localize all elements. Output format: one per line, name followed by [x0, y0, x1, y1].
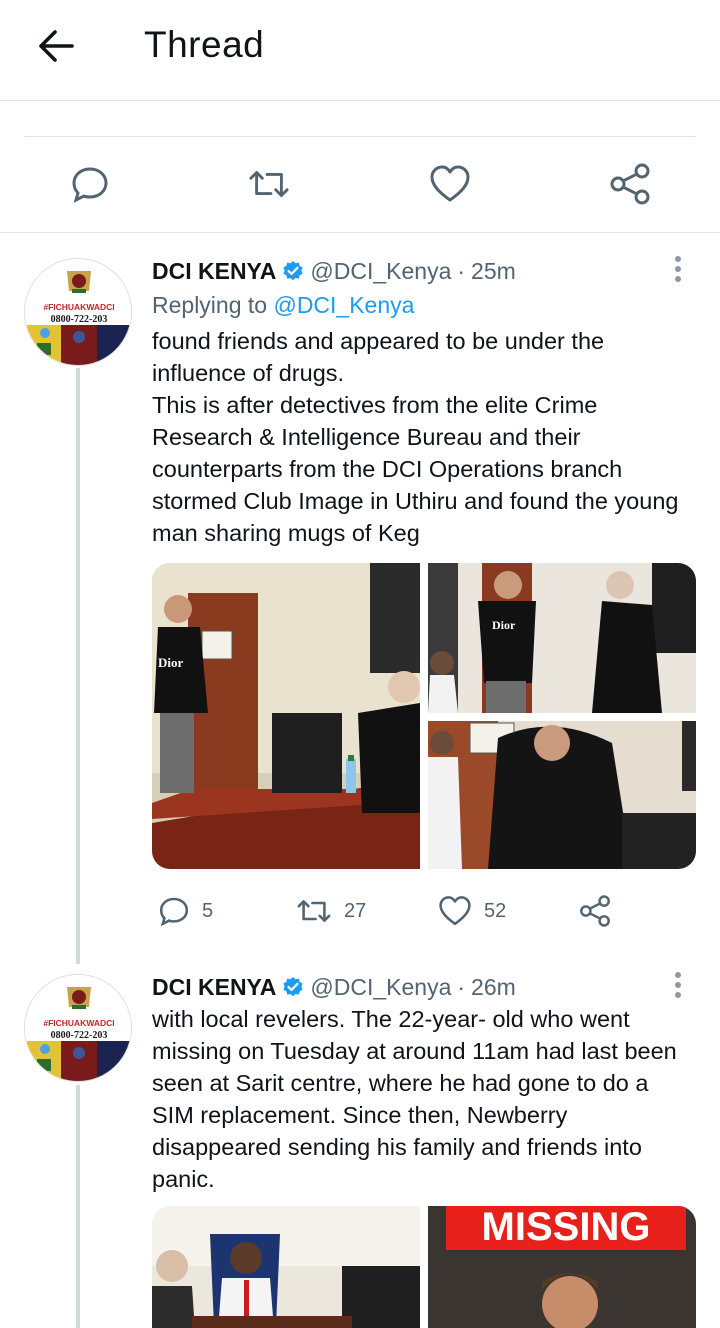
shirt-print-text: Dior [492, 618, 516, 632]
retweet-icon [249, 171, 289, 197]
avatar-phone-text: 0800-722-203 [51, 1030, 108, 1041]
retweet-count: 27 [344, 899, 367, 922]
separator-dot: · [457, 257, 466, 284]
avatar[interactable]: #FICHUAKWADCI 0800-722-203 [24, 974, 132, 1082]
share-icon [580, 895, 610, 927]
parent-tweet-action-bar [0, 136, 720, 233]
tweet-text: found friends and appeared to be under t… [152, 328, 679, 546]
reply-icon [159, 897, 189, 927]
like-button[interactable] [429, 163, 471, 205]
reply-button[interactable]: 5 [158, 889, 213, 933]
tweet[interactable]: #FICHUAKWADCI 0800-722-203 DCI KENYA @DC… [0, 971, 720, 1328]
author-handle[interactable]: @DCI_Kenya [310, 258, 451, 285]
like-icon [439, 896, 471, 926]
tweet-media-grid[interactable]: MISSING [152, 1206, 696, 1328]
tweet-text: with local revelers. The 22-year- old wh… [152, 1006, 677, 1192]
tweet-action-bar: 5 27 52 [152, 889, 672, 933]
avatar-phone-text: 0800-722-203 [51, 314, 108, 325]
tweet[interactable]: #FICHUAKWADCI 0800-722-203 DCI KENYA @DC… [0, 255, 720, 955]
share-button[interactable] [609, 163, 651, 205]
avatar-tag-text: #FICHUAKWADCI [43, 1018, 114, 1028]
divider [24, 136, 696, 137]
tweet-timestamp[interactable]: 25m [471, 258, 516, 285]
reply-icon [72, 167, 108, 203]
author-name[interactable]: DCI KENYA [152, 974, 276, 1001]
share-icon [610, 163, 650, 205]
media-photo-2[interactable]: MISSING [428, 1206, 696, 1328]
tweet-media-grid[interactable]: Dior Dior [152, 563, 696, 869]
reply-count: 5 [202, 899, 214, 922]
missing-banner-text: MISSING [482, 1206, 651, 1249]
shirt-print-text: Dior [158, 655, 184, 670]
avatar[interactable]: #FICHUAKWADCI 0800-722-203 [24, 258, 132, 366]
tweet-header: DCI KENYA @DCI_Kenya · 25m [152, 255, 696, 287]
share-button[interactable] [579, 889, 611, 933]
author-name[interactable]: DCI KENYA [152, 258, 276, 285]
divider [0, 232, 720, 233]
more-options-button[interactable] [660, 255, 696, 291]
like-icon [430, 165, 470, 202]
author-handle[interactable]: @DCI_Kenya [310, 974, 451, 1001]
retweet-icon [297, 900, 331, 922]
verified-badge-icon [282, 260, 304, 282]
reply-button[interactable] [69, 163, 111, 205]
media-photo-1[interactable]: Dior [152, 563, 420, 869]
arrow-left-icon [39, 30, 74, 62]
retweet-button[interactable] [248, 163, 290, 205]
like-button[interactable]: 52 [438, 889, 506, 933]
replying-to-line: Replying to @DCI_Kenya [152, 289, 696, 321]
more-options-button[interactable] [660, 971, 696, 1007]
separator-dot: · [457, 973, 466, 1000]
media-photo-3[interactable] [428, 721, 696, 869]
more-vertical-icon [675, 972, 681, 998]
top-app-bar: Thread [0, 0, 720, 101]
verified-badge-icon [282, 976, 304, 998]
like-count: 52 [484, 899, 507, 922]
media-photo-2[interactable]: Dior [428, 563, 696, 713]
avatar-tag-text: #FICHUAKWADCI [43, 302, 114, 312]
replying-to-label: Replying to [152, 292, 268, 318]
retweet-button[interactable]: 27 [296, 889, 366, 933]
back-button[interactable] [30, 24, 82, 68]
reply-mention-link[interactable]: @DCI_Kenya [273, 292, 414, 318]
page-title: Thread [144, 24, 265, 65]
tweet-header: DCI KENYA @DCI_Kenya · 26m [152, 971, 696, 1003]
dci-logo-image: #FICHUAKWADCI 0800-722-203 [25, 259, 131, 365]
media-photo-1[interactable] [152, 1206, 420, 1328]
dci-logo-image: #FICHUAKWADCI 0800-722-203 [25, 975, 131, 1081]
tweet-timestamp[interactable]: 26m [471, 974, 516, 1001]
more-vertical-icon [675, 256, 681, 282]
